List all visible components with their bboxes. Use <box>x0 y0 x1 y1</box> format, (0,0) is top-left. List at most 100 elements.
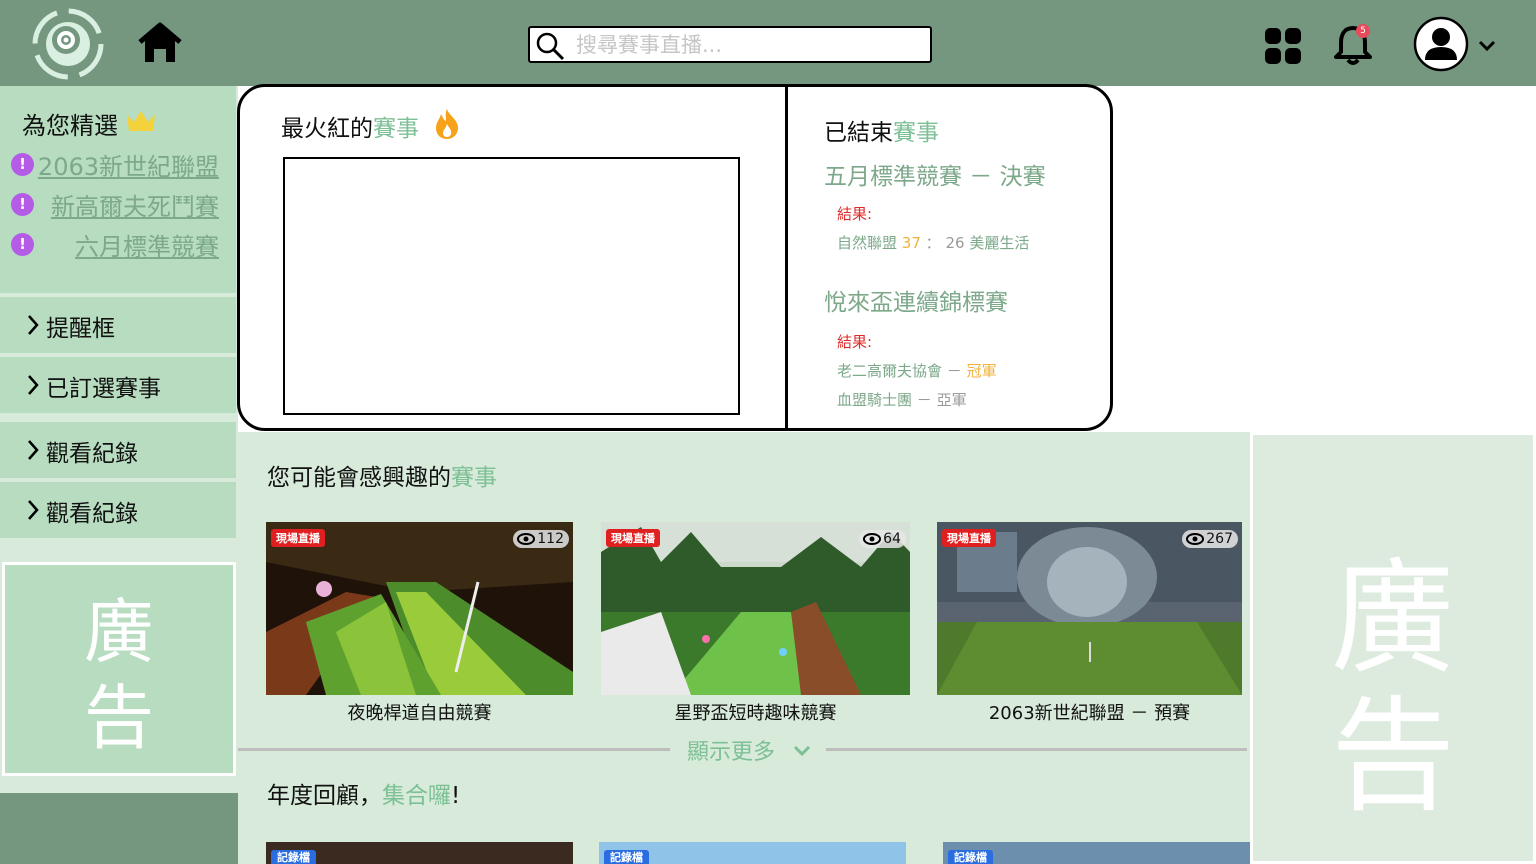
pick-label[interactable]: 六月標準競賽 <box>75 227 219 262</box>
show-more-button[interactable]: 顯示更多 <box>687 734 775 766</box>
picks-section: 為您精選 ! 2063新世紀聯盟 ! 新高爾夫死鬥賽 ! 六月標準競賽 <box>0 86 236 293</box>
sidebar-item-subscribed[interactable]: 已訂選賽事 <box>0 357 236 413</box>
alert-icon: ! <box>11 233 34 256</box>
stream-title[interactable]: 2063新世紀聯盟 － 預賽 <box>937 699 1242 725</box>
chevron-down-icon[interactable] <box>793 745 811 757</box>
sidebar-item-label: 觀看紀錄 <box>46 501 138 527</box>
record-badge: 記錄檔 <box>948 850 993 864</box>
logo-icon[interactable] <box>30 8 106 80</box>
sidebar: 為您精選 ! 2063新世紀聯盟 ! 新高爾夫死鬥賽 ! 六月標準競賽 提醒框 … <box>0 86 238 864</box>
dash: － <box>946 362 962 380</box>
stream-card[interactable]: 現場直播 112 夜晚桿道自由競賽 <box>266 522 573 725</box>
pick-label[interactable]: 2063新世紀聯盟 <box>38 147 219 182</box>
sidebar-item-label: 已訂選賽事 <box>46 376 161 402</box>
title-accent: 賽事 <box>451 465 497 491</box>
eye-icon <box>863 533 882 545</box>
hot-video-player[interactable] <box>283 157 740 415</box>
result-label: 結果: <box>837 205 873 223</box>
record-card[interactable]: 記錄檔 <box>266 842 573 864</box>
hot-events-title: 最火紅的賽事 <box>281 109 419 143</box>
viewer-count: 112 <box>513 530 569 548</box>
chevron-down-icon[interactable] <box>1477 38 1497 54</box>
search-input[interactable] <box>576 30 916 60</box>
record-card[interactable]: 記錄檔 <box>599 842 906 864</box>
sidebar-item-reminders[interactable]: 提醒框 <box>0 297 236 353</box>
score: 37 <box>901 234 921 252</box>
title-accent: 賽事 <box>373 116 419 142</box>
alert-icon: ! <box>11 153 34 176</box>
score-separator: ： <box>925 234 941 252</box>
ended-event-name[interactable]: 五月標準競賽 － 決賽 <box>824 157 1046 191</box>
team-name: 美麗生活 <box>969 234 1030 252</box>
title-accent: 賽事 <box>893 120 939 146</box>
picks-title: 為您精選 <box>22 112 118 140</box>
recommend-title: 您可能會感興趣的賽事 <box>267 458 497 492</box>
placement-line: 老二高爾夫協會 － 冠軍 <box>837 360 997 381</box>
sidebar-ad[interactable]: 廣 告 <box>2 562 236 776</box>
stream-thumbnail[interactable] <box>601 522 910 695</box>
eye-icon <box>1186 533 1205 545</box>
chevron-right-icon <box>28 500 39 520</box>
viewer-number: 112 <box>537 531 564 547</box>
title-text: 年度回顧， <box>267 783 382 809</box>
search-box[interactable] <box>528 26 932 63</box>
pick-label[interactable]: 新高爾夫死鬥賽 <box>51 187 219 222</box>
title-text: 已結束 <box>824 120 893 146</box>
flame-icon <box>436 109 459 139</box>
apps-grid-icon[interactable] <box>1264 27 1302 65</box>
top-bar: 5 <box>0 0 1536 86</box>
team-name: 自然聯盟 <box>837 234 898 252</box>
alert-icon: ! <box>11 193 34 216</box>
user-avatar-icon[interactable] <box>1413 16 1469 72</box>
viewer-number: 267 <box>1206 531 1233 547</box>
record-badge: 記錄檔 <box>604 850 649 864</box>
panel-divider <box>785 87 788 428</box>
review-title: 年度回顧，集合囉! <box>267 776 460 810</box>
record-badge: 記錄檔 <box>271 850 316 864</box>
result-label: 結果: <box>837 333 873 351</box>
live-badge: 現場直播 <box>942 529 996 547</box>
sidebar-item-label: 提醒框 <box>46 316 115 342</box>
sidebar-item-history-2[interactable]: 觀看紀錄 <box>0 482 236 538</box>
viewer-number: 64 <box>883 531 901 547</box>
stream-title[interactable]: 夜晚桿道自由競賽 <box>266 699 573 725</box>
blank-area <box>1114 86 1536 432</box>
placement: 亞軍 <box>936 391 967 409</box>
stream-card[interactable]: 現場直播 267 2063新世紀聯盟 － 預賽 <box>937 522 1242 725</box>
search-icon <box>536 32 565 61</box>
divider-line <box>826 748 1247 751</box>
featured-panel: 最火紅的賽事 已結束賽事 五月標準競賽 － 決賽 結果: 自然聯盟 37 ： 2… <box>237 84 1113 431</box>
ad-text: 廣 <box>84 591 154 673</box>
pick-item[interactable]: ! 新高爾夫死鬥賽 <box>0 187 236 222</box>
team-name: 老二高爾夫協會 <box>837 362 943 380</box>
viewer-count: 267 <box>1182 530 1238 548</box>
ad-text: 告 <box>1330 685 1455 829</box>
sidebar-item-label: 觀看紀錄 <box>46 441 138 467</box>
placement-line: 血盟騎士團 － 亞軍 <box>837 389 967 410</box>
pick-item[interactable]: ! 六月標準競賽 <box>0 227 236 262</box>
ended-event-name[interactable]: 悅來盃連續錦標賽 <box>824 283 1008 317</box>
placement: 冠軍 <box>966 362 997 380</box>
sidebar-item-history[interactable]: 觀看紀錄 <box>0 422 236 478</box>
sidebar-footer <box>0 793 238 864</box>
right-ad[interactable]: 廣 告 <box>1250 432 1536 864</box>
chevron-right-icon <box>28 315 39 335</box>
score-line: 自然聯盟 37 ： 26 美麗生活 <box>837 232 1029 253</box>
chevron-right-icon <box>28 375 39 395</box>
viewer-count: 64 <box>859 530 906 548</box>
ad-text: 告 <box>84 677 154 759</box>
title-text: 您可能會感興趣的 <box>267 465 451 491</box>
crown-icon <box>127 111 155 131</box>
pick-item[interactable]: ! 2063新世紀聯盟 <box>0 147 236 182</box>
stream-card[interactable]: 現場直播 64 星野盃短時趣味競賽 <box>601 522 910 725</box>
dash: － <box>916 391 932 409</box>
home-icon[interactable] <box>138 22 182 64</box>
record-card[interactable]: 記錄檔 <box>943 842 1250 864</box>
team-name: 血盟騎士團 <box>837 391 913 409</box>
title-accent: 集合囉 <box>382 783 451 809</box>
title-text: 最火紅的 <box>281 116 373 142</box>
stream-title[interactable]: 星野盃短時趣味競賽 <box>601 699 910 725</box>
chevron-right-icon <box>28 440 39 460</box>
title-end: ! <box>451 783 461 809</box>
eye-icon <box>517 533 536 545</box>
